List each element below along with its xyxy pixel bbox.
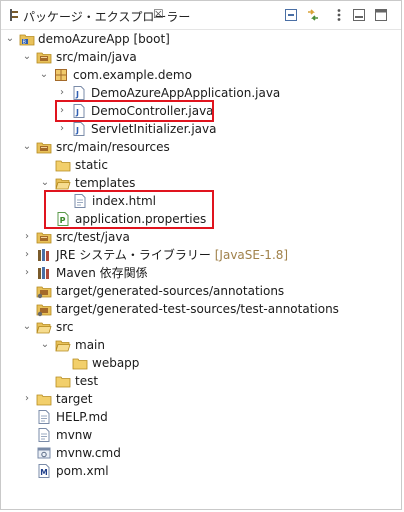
project-folder-icon: B (19, 31, 35, 47)
tree-item-help-md[interactable]: HELP.md (0, 408, 400, 426)
tree-item-label: templates (75, 176, 136, 190)
jre-decoration: [JavaSE-1.8] (214, 248, 289, 262)
chevron-down-icon[interactable]: ⌄ (40, 176, 50, 190)
tree-item-label: main (75, 338, 105, 352)
view-title[interactable]: パッケージ・エクスプローラー (23, 8, 190, 25)
java-file-icon: J (71, 121, 87, 137)
tree-item-label: DemoAzureAppApplication.java (91, 86, 281, 100)
tree-item-mvnw[interactable]: mvnw (0, 426, 400, 444)
folder-icon (36, 391, 52, 407)
package-icon (53, 67, 69, 83)
tree-item-label: HELP.md (56, 410, 108, 424)
highlight-box-controller (55, 100, 214, 122)
text-file-icon (36, 427, 52, 443)
tree-item-label: src (56, 320, 74, 334)
tree-item-label: target/generated-sources/annotations (56, 284, 285, 298)
chevron-right-icon[interactable]: › (57, 86, 67, 100)
chevron-down-icon[interactable]: ⌄ (22, 320, 32, 334)
highlight-box-templates-files (44, 190, 214, 229)
collapse-all-icon[interactable] (283, 7, 299, 23)
library-icon (36, 247, 52, 263)
tree-item-label: src/main/java (56, 50, 137, 64)
tree-item-label: src/main/resources (56, 140, 170, 154)
chevron-down-icon[interactable]: ⌄ (22, 140, 32, 154)
tree-item-label: Maven 依存関係 (56, 266, 148, 280)
java-file-icon: J (71, 85, 87, 101)
source-folder-icon (36, 283, 52, 299)
package-explorer-icon (9, 9, 19, 21)
text-file-icon (36, 409, 52, 425)
tree-item-generated-test-sources[interactable]: target/generated-test-sources/test-annot… (0, 300, 400, 318)
tree-item-label: JRE システム・ライブラリー [JavaSE-1.8] (56, 248, 288, 262)
tree-item-test[interactable]: test (0, 372, 400, 390)
minimize-icon[interactable] (351, 7, 367, 23)
source-folder-icon (36, 301, 52, 317)
folder-icon (55, 157, 71, 173)
svg-text:J: J (75, 126, 79, 135)
tree-item-package[interactable]: ⌄ com.example.demo (0, 66, 400, 84)
maximize-icon[interactable] (373, 7, 389, 23)
folder-open-icon (36, 319, 52, 335)
tree-item-label: target (56, 392, 93, 406)
link-with-editor-icon[interactable] (305, 7, 321, 23)
jre-label: JRE システム・ライブラリー (56, 248, 211, 262)
tree-item-pom-xml[interactable]: M pom.xml (0, 462, 400, 480)
svg-text:J: J (75, 90, 79, 99)
chevron-down-icon[interactable]: ⌄ (40, 338, 50, 352)
view-header: パッケージ・エクスプローラー ☒ (1, 1, 401, 30)
tree-item-main[interactable]: ⌄ main (0, 336, 400, 354)
tree-item-label: demoAzureApp [boot] (38, 32, 170, 46)
tree-item-target[interactable]: › target (0, 390, 400, 408)
tree-item-label: test (75, 374, 99, 388)
tree-item-file-servlet[interactable]: › J ServletInitializer.java (0, 120, 400, 138)
chevron-down-icon[interactable]: ⌄ (5, 32, 15, 46)
tree-item-label: src/test/java (56, 230, 130, 244)
view-menu-icon[interactable] (331, 7, 347, 23)
tree-item-generated-sources[interactable]: target/generated-sources/annotations (0, 282, 400, 300)
source-folder-icon (36, 49, 52, 65)
source-folder-icon (36, 139, 52, 155)
tree-item-label: webapp (92, 356, 140, 370)
tree-item-label: com.example.demo (73, 68, 192, 82)
tree-item-static[interactable]: static (0, 156, 400, 174)
maven-pom-icon: M (36, 463, 52, 479)
chevron-right-icon[interactable]: › (22, 392, 32, 406)
tree-item-label: static (75, 158, 108, 172)
tree-item-webapp[interactable]: webapp (0, 354, 400, 372)
chevron-right-icon[interactable]: › (22, 266, 32, 280)
folder-open-icon (55, 337, 71, 353)
chevron-down-icon[interactable]: ⌄ (39, 68, 49, 82)
tree-item-mvnw-cmd[interactable]: mvnw.cmd (0, 444, 400, 462)
script-file-icon (36, 445, 52, 461)
tree-item-jre-library[interactable]: › JRE システム・ライブラリー [JavaSE-1.8] (0, 246, 400, 264)
tree-item-label: mvnw (56, 428, 93, 442)
source-folder-icon (36, 229, 52, 245)
chevron-right-icon[interactable]: › (22, 230, 32, 244)
folder-icon (55, 373, 71, 389)
tree-item-label: mvnw.cmd (56, 446, 121, 460)
chevron-right-icon[interactable]: › (22, 248, 32, 262)
svg-text:B: B (23, 40, 27, 46)
tree-item-project[interactable]: ⌄ B demoAzureApp [boot] (0, 30, 400, 48)
tree-item-maven-dependencies[interactable]: › Maven 依存関係 (0, 264, 400, 282)
tree-item-label: target/generated-test-sources/test-annot… (56, 302, 339, 316)
library-icon (36, 265, 52, 281)
chevron-down-icon[interactable]: ⌄ (22, 50, 32, 64)
tree-item-src-test-java[interactable]: › src/test/java (0, 228, 400, 246)
folder-open-icon (55, 175, 71, 191)
svg-text:M: M (40, 468, 47, 477)
tree-item-src-main-resources[interactable]: ⌄ src/main/resources (0, 138, 400, 156)
tree-item-label: pom.xml (56, 464, 109, 478)
tree-item-src-main-java[interactable]: ⌄ src/main/java (0, 48, 400, 66)
chevron-right-icon[interactable]: › (57, 122, 67, 136)
folder-icon (72, 355, 88, 371)
tree-item-label: ServletInitializer.java (91, 122, 217, 136)
tab-close-icon[interactable]: ☒ (153, 7, 164, 21)
tree-item-src[interactable]: ⌄ src (0, 318, 400, 336)
